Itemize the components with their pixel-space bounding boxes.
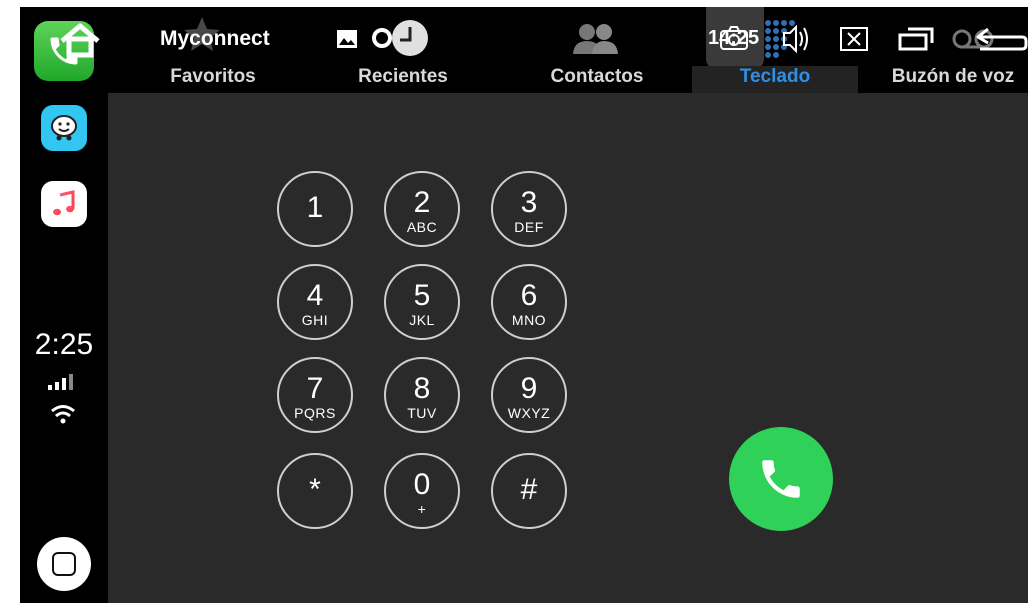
phone-call-icon	[762, 460, 800, 498]
key-hash[interactable]: #	[491, 453, 567, 529]
key-letters: +	[417, 501, 427, 517]
tab-bar: Favoritos Recientes Contactos Teclado Bu…	[108, 66, 1028, 93]
key-digit: 8	[413, 372, 431, 405]
sidebar-clock: 2:25	[34, 328, 94, 361]
key-digit: 1	[306, 191, 324, 224]
key-digit: 2	[413, 186, 431, 219]
key-5[interactable]: 5 JKL	[384, 264, 460, 340]
key-8[interactable]: 8 TUV	[384, 357, 460, 433]
key-letters: WXYZ	[507, 405, 551, 421]
voicemail-back-icon[interactable]	[950, 21, 1028, 57]
key-digit: 4	[306, 279, 324, 312]
tab-recientes[interactable]: Recientes	[328, 66, 478, 93]
tab-buzon-de-voz[interactable]: Buzón de voz	[878, 66, 1028, 93]
key-digit: 9	[520, 372, 538, 405]
key-letters: ABC	[406, 219, 438, 235]
key-digit: #	[520, 473, 538, 506]
key-3[interactable]: 3 DEF	[491, 171, 567, 247]
image-icon[interactable]	[336, 29, 358, 49]
music-app-icon[interactable]	[41, 181, 87, 227]
tab-favoritos[interactable]: Favoritos	[138, 66, 288, 93]
cellular-signal-icon	[48, 374, 73, 390]
key-digit: 0	[413, 468, 431, 501]
key-7[interactable]: 7 PQRS	[277, 357, 353, 433]
key-9[interactable]: 9 WXYZ	[491, 357, 567, 433]
key-letters: MNO	[511, 312, 547, 328]
speaker-icon[interactable]	[764, 17, 814, 61]
key-star[interactable]: *	[277, 453, 353, 529]
app-title: Myconnect	[160, 27, 270, 50]
key-2[interactable]: 2 ABC	[384, 171, 460, 247]
tab-contactos[interactable]: Contactos	[512, 66, 682, 93]
key-digit: *	[309, 473, 321, 506]
window-icon[interactable]	[898, 25, 936, 53]
key-4[interactable]: 4 GHI	[277, 264, 353, 340]
key-1[interactable]: 1	[277, 171, 353, 247]
home-overlay-icon[interactable]	[56, 21, 104, 61]
key-letters: DEF	[514, 219, 544, 235]
top-bar: Myconnect 14:25 Favoritos Recientes Cont…	[108, 7, 1028, 93]
contacts-icon[interactable]	[570, 21, 622, 55]
key-digit: 6	[520, 279, 538, 312]
toggle-icon[interactable]	[370, 19, 430, 57]
home-button-icon[interactable]	[37, 537, 91, 591]
key-letters: JKL	[409, 312, 435, 328]
sidebar: 2:25	[20, 7, 108, 603]
tab-teclado[interactable]: Teclado	[692, 66, 858, 93]
key-letters: PQRS	[294, 405, 336, 421]
camera-icon[interactable]	[719, 25, 749, 51]
key-0[interactable]: 0 +	[384, 453, 460, 529]
key-6[interactable]: 6 MNO	[491, 264, 567, 340]
key-letters: GHI	[301, 312, 329, 328]
phone-keypad-view: Myconnect 14:25 Favoritos Recientes Cont…	[108, 7, 1028, 603]
key-letters: TUV	[407, 405, 437, 421]
waze-app-icon[interactable]	[41, 105, 87, 151]
key-digit: 5	[413, 279, 431, 312]
carplay-screen: 2:25 Myconnect 14:25 Favoritos Recientes…	[20, 7, 1028, 603]
close-box-icon[interactable]	[840, 27, 868, 51]
key-digit: 3	[520, 186, 538, 219]
wifi-icon	[51, 405, 75, 424]
key-digit: 7	[306, 372, 324, 405]
call-button[interactable]	[729, 427, 833, 531]
